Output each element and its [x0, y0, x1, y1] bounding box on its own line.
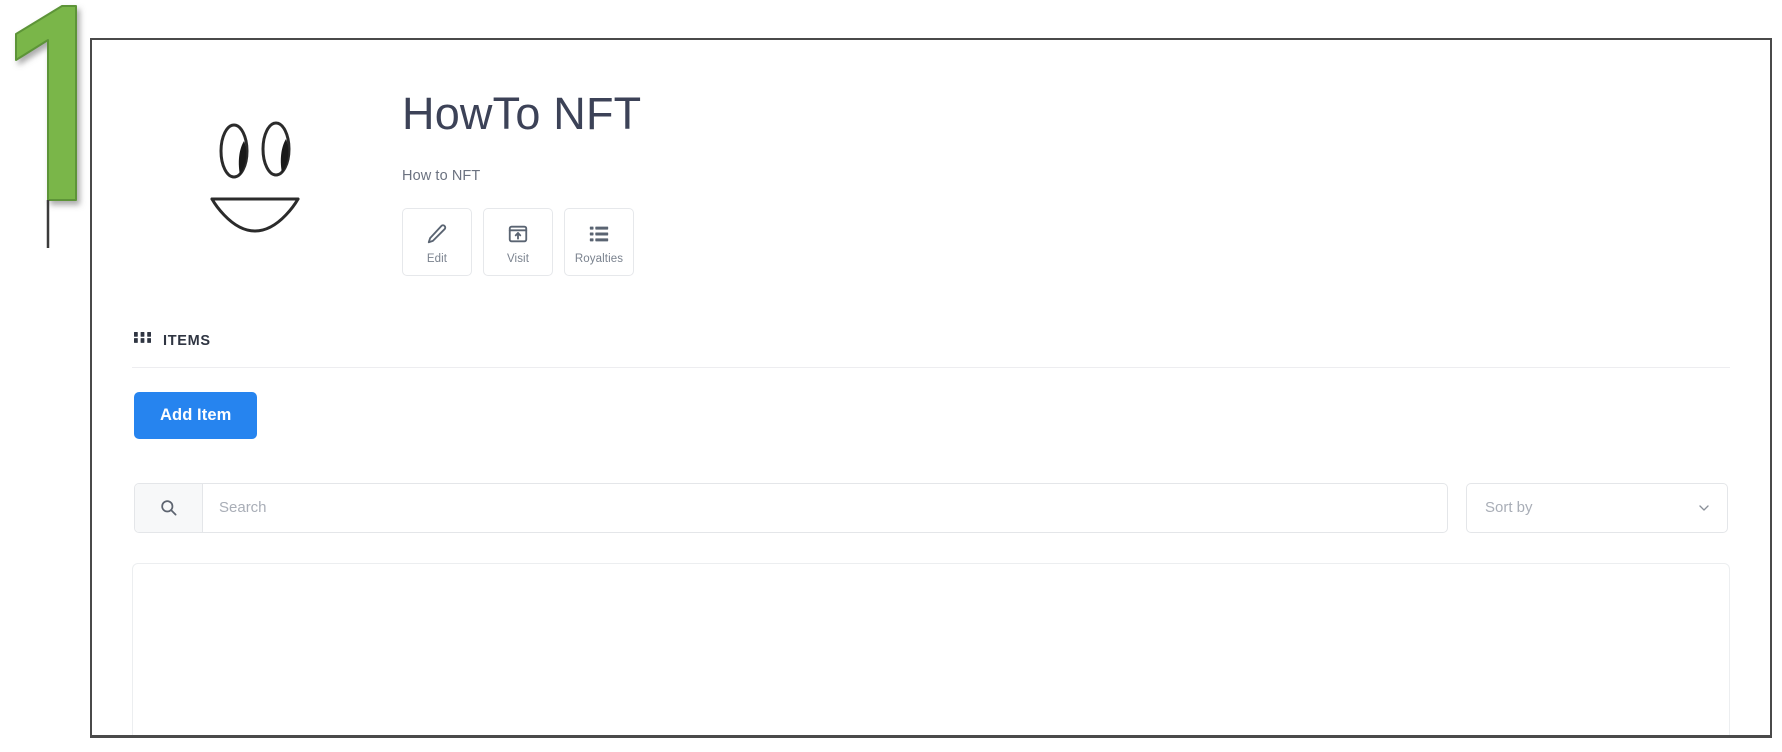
add-item-row: Add Item [132, 392, 1730, 439]
grid-icon [134, 332, 151, 349]
app-window-frame: HowTo NFT How to NFT Edit Visit Royaltie… [90, 38, 1772, 738]
items-results-panel [132, 562, 1730, 735]
sort-by-select[interactable]: Sort by [1466, 482, 1728, 533]
edit-button[interactable]: Edit [402, 207, 472, 276]
royalties-button[interactable]: Royalties [564, 207, 634, 276]
search-sort-row: Sort by [132, 482, 1730, 533]
visit-button-label: Visit [506, 253, 530, 266]
collection-header-text: HowTo NFT How to NFT Edit Visit Royaltie… [402, 74, 1730, 276]
collection-description: How to NFT [402, 167, 481, 184]
search-input[interactable] [203, 483, 1447, 532]
collection-avatar [190, 100, 320, 250]
sort-by-group: Sort by [1466, 482, 1728, 533]
items-section-heading: ITEMS [132, 332, 1730, 349]
open-external-window-icon [507, 222, 529, 246]
list-icon [588, 222, 610, 246]
items-section: ITEMS Add Item Search Sort by [92, 332, 1770, 735]
royalties-button-label: Royalties [574, 253, 624, 266]
edit-button-label: Edit [426, 253, 448, 266]
pencil-icon [426, 222, 448, 246]
search-icon[interactable] [135, 483, 203, 532]
visit-button[interactable]: Visit [483, 207, 553, 276]
add-item-button[interactable]: Add Item [134, 392, 258, 439]
section-divider [132, 367, 1730, 368]
page-title: HowTo NFT [402, 88, 642, 139]
collection-header: HowTo NFT How to NFT Edit Visit Royaltie… [92, 40, 1770, 276]
search-group [134, 482, 1448, 533]
screenshot-root: HowTo NFT How to NFT Edit Visit Royaltie… [0, 0, 1782, 752]
collection-action-buttons: Edit Visit Royalties [402, 207, 1730, 276]
items-heading-label: ITEMS [163, 332, 211, 349]
